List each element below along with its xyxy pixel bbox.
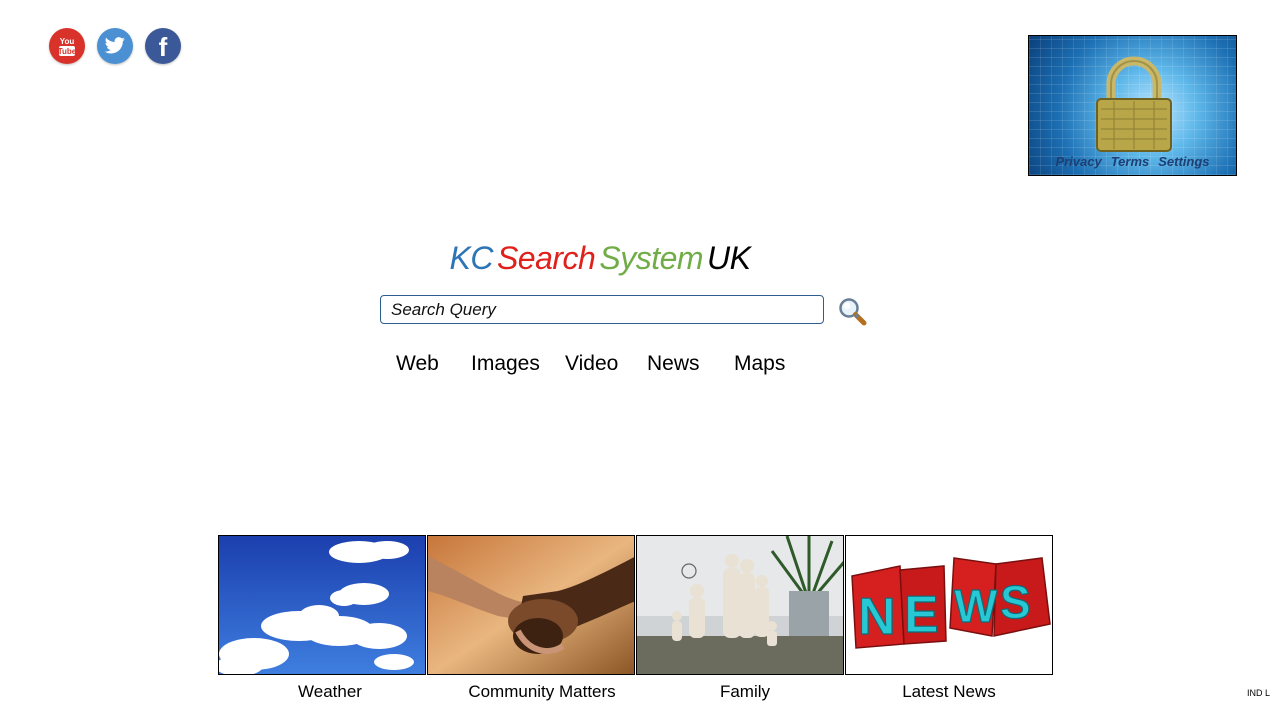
social-links: You Tube f: [49, 28, 181, 64]
settings-link[interactable]: Settings: [1158, 154, 1209, 169]
svg-text:Tube: Tube: [58, 47, 77, 56]
svg-text:You: You: [60, 37, 75, 46]
svg-text:S: S: [1000, 576, 1031, 628]
community-image: [428, 536, 634, 674]
svg-text:E: E: [904, 586, 939, 644]
terms-link[interactable]: Terms: [1111, 154, 1150, 169]
svg-text:f: f: [159, 32, 168, 62]
logo-part-system: System: [599, 240, 704, 276]
logo-part-search: Search: [496, 240, 596, 276]
padlock-icon: [1096, 56, 1172, 152]
nav-maps[interactable]: Maps: [734, 352, 785, 376]
weather-label[interactable]: Weather: [220, 682, 440, 702]
family-tile[interactable]: [636, 535, 844, 675]
nav-web[interactable]: Web: [396, 352, 439, 376]
facebook-icon[interactable]: f: [145, 28, 181, 64]
site-logo: KC Search System UK: [0, 240, 1200, 277]
search-box: [380, 295, 824, 324]
news-image: N E W S: [846, 536, 1052, 674]
magnifier-icon: [839, 298, 867, 326]
nav-images[interactable]: Images: [471, 352, 540, 376]
latest-news-label[interactable]: Latest News: [839, 682, 1059, 702]
corner-text: IND L: [1246, 688, 1270, 698]
svg-text:N: N: [858, 588, 896, 646]
twitter-icon[interactable]: [97, 28, 133, 64]
family-image: [637, 536, 843, 674]
privacy-link[interactable]: Privacy: [1055, 154, 1101, 169]
search-input[interactable]: [381, 296, 823, 323]
svg-text:W: W: [954, 580, 998, 632]
community-tile[interactable]: [427, 535, 635, 675]
nav-video[interactable]: Video: [565, 352, 618, 376]
privacy-links: Privacy Terms Settings: [1029, 154, 1236, 169]
nav-news[interactable]: News: [647, 352, 700, 376]
logo-part-kc: KC: [449, 240, 494, 276]
family-label[interactable]: Family: [635, 682, 855, 702]
search-button[interactable]: [836, 295, 868, 327]
logo-part-uk: UK: [707, 240, 751, 276]
youtube-icon[interactable]: You Tube: [49, 28, 85, 64]
community-label[interactable]: Community Matters: [432, 682, 652, 702]
weather-image: [219, 536, 425, 674]
weather-tile[interactable]: [218, 535, 426, 675]
latest-news-tile[interactable]: N E W S: [845, 535, 1053, 675]
privacy-panel: Privacy Terms Settings: [1028, 35, 1237, 176]
